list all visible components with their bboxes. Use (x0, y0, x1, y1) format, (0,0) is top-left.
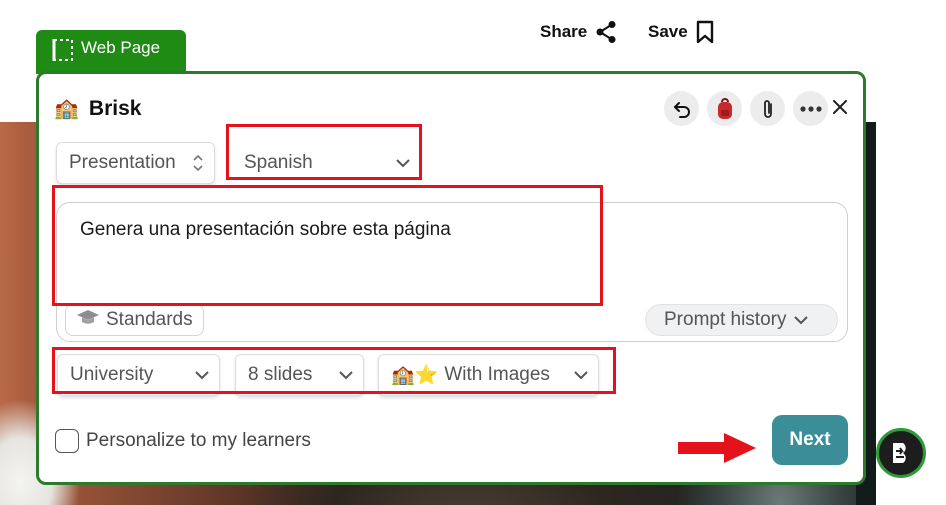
chevron-down-icon (794, 309, 809, 331)
school-icon: 🏫 (54, 98, 79, 120)
bookmark-icon (696, 20, 714, 44)
output-type-value: Presentation (69, 152, 176, 173)
chevron-down-icon (339, 370, 353, 380)
output-type-select[interactable]: Presentation (56, 142, 215, 184)
language-select[interactable]: Spanish (231, 142, 421, 184)
save-label: Save (648, 22, 688, 41)
close-icon[interactable] (829, 96, 851, 118)
paperclip-icon[interactable] (750, 91, 785, 126)
personalize-label: Personalize to my learners (86, 430, 311, 451)
brand-name: Brisk (88, 96, 142, 120)
chevron-down-icon (396, 158, 410, 168)
more-icon[interactable] (793, 91, 828, 126)
undo-icon[interactable] (664, 91, 699, 126)
prompt-history-button[interactable]: Prompt history (645, 304, 838, 336)
chevron-down-icon (574, 370, 588, 380)
updown-chevron-icon (192, 153, 204, 173)
brand: 🏫 Brisk (54, 96, 141, 121)
share-icon (595, 20, 617, 44)
slides-select[interactable]: 8 slides (235, 354, 364, 396)
standards-label: Standards (106, 309, 193, 330)
annotation-arrow-icon (676, 431, 758, 470)
level-value: University (70, 364, 154, 385)
panel-toolbar (664, 91, 828, 126)
backpack-icon[interactable] (707, 91, 742, 126)
chevron-down-icon (195, 370, 209, 380)
graduation-cap-icon (76, 308, 100, 332)
brisk-launcher-icon[interactable] (876, 428, 926, 478)
standards-button[interactable]: Standards (65, 304, 204, 336)
images-emoji-icon: 🏫⭐ (391, 365, 439, 386)
share-button[interactable]: Share (540, 20, 617, 44)
next-button[interactable]: Next (772, 415, 848, 465)
web-page-tab-label: Web Page (81, 38, 161, 57)
web-page-tab[interactable]: Web Page (36, 30, 186, 74)
images-select[interactable]: 🏫⭐ With Images (378, 354, 599, 396)
prompt-text: Genera una presentación sobre esta págin… (80, 219, 451, 240)
language-value: Spanish (244, 152, 313, 173)
slides-value: 8 slides (248, 364, 313, 385)
save-button[interactable]: Save (648, 20, 714, 44)
selection-frame-icon (52, 38, 74, 67)
level-select[interactable]: University (57, 354, 220, 396)
images-value: With Images (444, 364, 550, 385)
share-label: Share (540, 22, 588, 41)
prompt-history-label: Prompt history (664, 309, 787, 330)
personalize-checkbox[interactable] (55, 429, 79, 453)
